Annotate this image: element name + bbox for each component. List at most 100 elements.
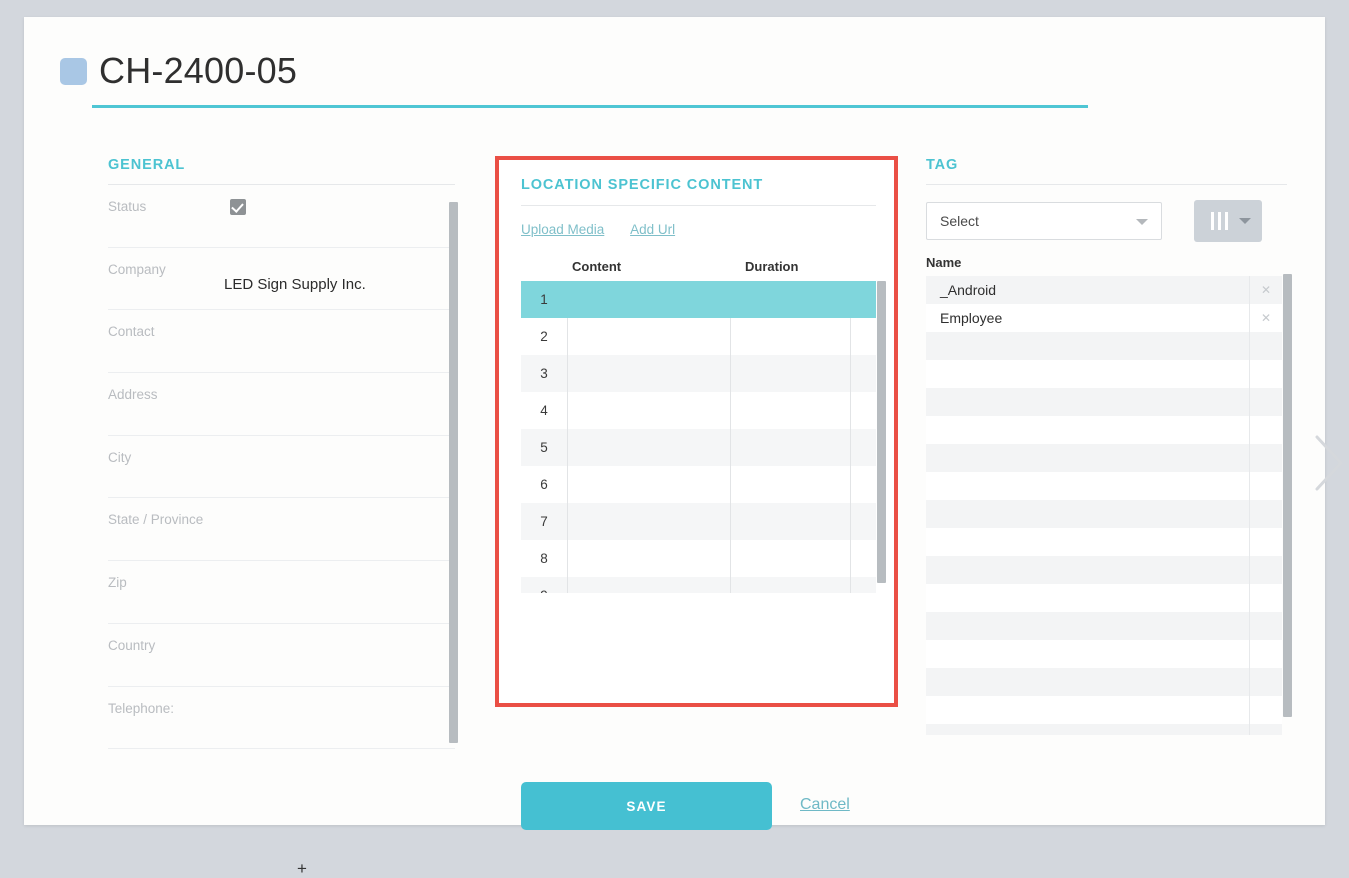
content-cell[interactable] — [567, 392, 730, 429]
tag-table-row[interactable] — [926, 584, 1282, 612]
content-row-extra-cell[interactable] — [850, 429, 876, 466]
content-cell[interactable] — [567, 577, 730, 593]
close-icon[interactable]: ✕ — [1249, 304, 1282, 332]
general-field-row[interactable]: Telephone: — [108, 687, 455, 750]
content-table-row[interactable]: 1 — [521, 281, 876, 318]
duration-cell[interactable] — [730, 577, 850, 593]
content-cell[interactable] — [567, 281, 730, 318]
tag-table-row[interactable] — [926, 360, 1282, 388]
columns-icon — [1211, 212, 1228, 230]
content-row-extra-cell[interactable] — [850, 281, 876, 318]
chevron-right-icon[interactable] — [1312, 432, 1346, 494]
general-field-row[interactable]: Contact — [108, 310, 455, 374]
duration-cell[interactable] — [730, 392, 850, 429]
general-scrollbar-thumb[interactable] — [449, 202, 458, 743]
tag-table-row[interactable] — [926, 416, 1282, 444]
content-table-row[interactable]: 7 — [521, 503, 876, 540]
tag-name-cell — [926, 360, 1249, 388]
content-cell[interactable] — [567, 466, 730, 503]
duration-cell[interactable] — [730, 466, 850, 503]
status-checkbox[interactable] — [230, 199, 246, 215]
duration-cell[interactable] — [730, 540, 850, 577]
tag-columns-button[interactable] — [1194, 200, 1262, 242]
tag-table-row[interactable] — [926, 612, 1282, 640]
duration-cell[interactable] — [730, 429, 850, 466]
tag-table-row[interactable] — [926, 668, 1282, 696]
content-row-extra-cell[interactable] — [850, 577, 876, 593]
content-row-number: 8 — [540, 551, 548, 566]
general-section: GENERAL Status Company LED Sign Supply Inc… — [84, 157, 458, 877]
tag-table-scrollbar-thumb[interactable] — [1283, 274, 1292, 717]
content-row-extra-cell[interactable] — [850, 355, 876, 392]
duration-cell[interactable] — [730, 281, 850, 318]
tag-table-row[interactable] — [926, 696, 1282, 724]
general-field-row[interactable]: Status — [108, 185, 455, 248]
content-cell[interactable] — [567, 318, 730, 355]
tag-name-cell: Employee — [940, 310, 1003, 326]
content-table-row[interactable]: 2 — [521, 318, 876, 355]
general-field-label: Address — [108, 387, 158, 403]
content-cell[interactable] — [567, 355, 730, 392]
duration-cell[interactable] — [730, 355, 850, 392]
tag-table-row[interactable] — [926, 332, 1282, 360]
tag-section: TAG Select Name _Android ✕ Employee ✕ — [902, 157, 1292, 735]
tag-remove-cell — [1249, 640, 1282, 668]
duration-cell[interactable] — [730, 318, 850, 355]
content-table-scrollbar[interactable] — [877, 281, 888, 593]
column-header-duration: Duration — [745, 259, 799, 274]
content-table-row[interactable]: 6 — [521, 466, 876, 503]
tag-table-row[interactable] — [926, 640, 1282, 668]
content-row-number: 3 — [540, 366, 548, 381]
content-row-extra-cell[interactable] — [850, 318, 876, 355]
tag-table-scrollbar[interactable] — [1283, 274, 1294, 733]
general-field-row[interactable]: Zip — [108, 561, 455, 624]
general-field-row[interactable]: Company LED Sign Supply Inc. — [108, 248, 455, 311]
close-icon[interactable]: ✕ — [1249, 276, 1282, 304]
tag-section-title: TAG — [926, 157, 959, 173]
content-cell[interactable] — [567, 540, 730, 577]
tag-table-row[interactable] — [926, 444, 1282, 472]
content-row-number: 5 — [540, 440, 548, 455]
content-cell[interactable] — [567, 503, 730, 540]
location-content-actions: Upload Media Add Url — [521, 222, 876, 237]
content-row-extra-cell[interactable] — [850, 466, 876, 503]
content-table-row[interactable]: 9 — [521, 577, 876, 593]
duration-cell[interactable] — [730, 503, 850, 540]
content-table-row[interactable]: 8 — [521, 540, 876, 577]
general-field-row[interactable]: State / Province — [108, 498, 455, 562]
content-row-extra-cell[interactable] — [850, 503, 876, 540]
tag-name-cell — [926, 444, 1249, 472]
save-button[interactable]: SAVE — [521, 782, 772, 830]
tag-table-row[interactable] — [926, 500, 1282, 528]
record-card: CH-2400-05 GENERAL Status Company LED Sign… — [24, 17, 1343, 877]
cancel-link[interactable]: Cancel — [800, 796, 850, 814]
content-row-extra-cell[interactable] — [850, 540, 876, 577]
chevron-down-icon — [1136, 219, 1148, 225]
tag-table-row[interactable]: _Android ✕ — [926, 276, 1282, 304]
tag-table-row[interactable] — [926, 472, 1282, 500]
content-table-row[interactable]: 5 — [521, 429, 876, 466]
content-cell[interactable] — [567, 429, 730, 466]
tag-select-dropdown[interactable]: Select — [926, 202, 1162, 240]
content-table-row[interactable]: 3 — [521, 355, 876, 392]
page-title: CH-2400-05 — [99, 50, 298, 91]
tag-table-row[interactable] — [926, 724, 1282, 735]
content-table-row[interactable]: 4 — [521, 392, 876, 429]
content-row-number: 1 — [540, 292, 548, 307]
general-field-row[interactable]: City — [108, 436, 455, 499]
content-table-scrollbar-thumb[interactable] — [877, 281, 886, 583]
upload-media-link[interactable]: Upload Media — [521, 222, 604, 237]
general-scrollbar[interactable] — [449, 202, 460, 758]
add-url-link[interactable]: Add Url — [630, 222, 675, 237]
tag-table-row[interactable] — [926, 528, 1282, 556]
tag-remove-cell — [1249, 528, 1282, 556]
general-field-row[interactable]: Country — [108, 624, 455, 687]
tag-remove-cell — [1249, 696, 1282, 724]
tag-table-row[interactable] — [926, 556, 1282, 584]
tag-select-value: Select — [940, 213, 979, 229]
general-field-row[interactable]: Address — [108, 373, 455, 436]
content-row-number: 6 — [540, 477, 548, 492]
content-row-extra-cell[interactable] — [850, 392, 876, 429]
tag-table-row[interactable] — [926, 388, 1282, 416]
tag-table-row[interactable]: Employee ✕ — [926, 304, 1282, 332]
